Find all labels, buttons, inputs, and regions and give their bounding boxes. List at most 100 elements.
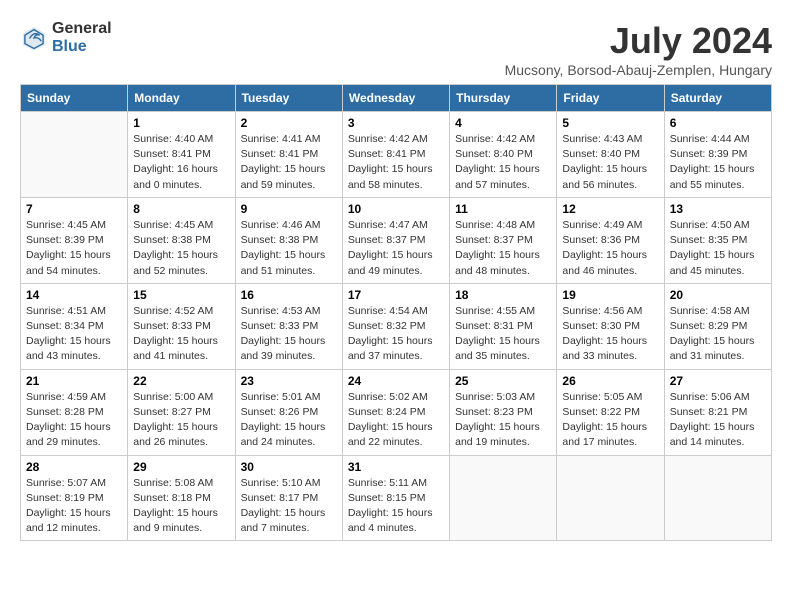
calendar-cell: 31 Sunrise: 5:11 AM Sunset: 8:15 PM Dayli… — [342, 455, 449, 541]
day-number: 6 — [670, 116, 766, 130]
day-info: Sunrise: 4:49 AM Sunset: 8:36 PM Dayligh… — [562, 218, 658, 279]
day-info: Sunrise: 5:05 AM Sunset: 8:22 PM Dayligh… — [562, 390, 658, 451]
day-info: Sunrise: 5:01 AM Sunset: 8:26 PM Dayligh… — [241, 390, 337, 451]
calendar-cell: 16Sunrise: 4:53 AM Sunset: 8:33 PM Dayli… — [235, 283, 342, 369]
day-info: Sunrise: 4:45 AM Sunset: 8:39 PM Dayligh… — [26, 218, 122, 279]
day-number: 2 — [241, 116, 337, 130]
day-info: Sunrise: 4:46 AM Sunset: 8:38 PM Dayligh… — [241, 218, 337, 279]
day-number: 31 — [348, 460, 444, 474]
day-number: 23 — [241, 374, 337, 388]
day-of-week-header: Thursday — [450, 85, 557, 112]
calendar-cell: 7 Sunrise: 4:45 AM Sunset: 8:39 PM Daylig… — [21, 197, 128, 283]
calendar-cell: 28 Sunrise: 5:07 AM Sunset: 8:19 PM Dayli… — [21, 455, 128, 541]
day-info: Sunrise: 5:07 AM Sunset: 8:19 PM Dayligh… — [26, 476, 122, 537]
day-number: 29 — [133, 460, 229, 474]
calendar-cell: 1 Sunrise: 4:40 AM Sunset: 8:41 PM Daylig… — [128, 112, 235, 198]
day-info: Sunrise: 4:43 AM Sunset: 8:40 PM Dayligh… — [562, 132, 658, 193]
calendar-cell — [21, 112, 128, 198]
day-number: 28 — [26, 460, 122, 474]
day-info: Sunrise: 4:42 AM Sunset: 8:41 PM Dayligh… — [348, 132, 444, 193]
day-info: Sunrise: 5:00 AM Sunset: 8:27 PM Dayligh… — [133, 390, 229, 451]
day-of-week-header: Saturday — [664, 85, 771, 112]
calendar-cell: 14 Sunrise: 4:51 AM Sunset: 8:34 PM Dayli… — [21, 283, 128, 369]
day-info: Sunrise: 4:58 AM Sunset: 8:29 PM Dayligh… — [670, 304, 766, 365]
calendar-cell: 3 Sunrise: 4:42 AM Sunset: 8:41 PM Daylig… — [342, 112, 449, 198]
calendar-cell — [664, 455, 771, 541]
day-number: 20 — [670, 288, 766, 302]
month-title: July 2024 — [505, 20, 772, 62]
day-info: Sunrise: 4:51 AM Sunset: 8:34 PM Dayligh… — [26, 304, 122, 365]
day-of-week-header: Monday — [128, 85, 235, 112]
day-number: 13 — [670, 202, 766, 216]
day-info: Sunrise: 4:48 AM Sunset: 8:37 PM Dayligh… — [455, 218, 551, 279]
day-info: Sunrise: 4:52 AM Sunset: 8:33 PM Dayligh… — [133, 304, 229, 365]
day-number: 21 — [26, 374, 122, 388]
day-number: 4 — [455, 116, 551, 130]
calendar-cell: 11 Sunrise: 4:48 AM Sunset: 8:37 PM Dayli… — [450, 197, 557, 283]
day-info: Sunrise: 5:02 AM Sunset: 8:24 PM Dayligh… — [348, 390, 444, 451]
day-info: Sunrise: 4:54 AM Sunset: 8:32 PM Dayligh… — [348, 304, 444, 365]
logo: General Blue — [20, 20, 112, 55]
calendar-week-row: 28 Sunrise: 5:07 AM Sunset: 8:19 PM Dayli… — [21, 455, 772, 541]
calendar-cell: 24Sunrise: 5:02 AM Sunset: 8:24 PM Dayli… — [342, 369, 449, 455]
day-of-week-header: Sunday — [21, 85, 128, 112]
day-info: Sunrise: 5:08 AM Sunset: 8:18 PM Dayligh… — [133, 476, 229, 537]
day-info: Sunrise: 4:45 AM Sunset: 8:38 PM Dayligh… — [133, 218, 229, 279]
day-info: Sunrise: 4:53 AM Sunset: 8:33 PM Dayligh… — [241, 304, 337, 365]
calendar-cell — [450, 455, 557, 541]
calendar-cell: 20 Sunrise: 4:58 AM Sunset: 8:29 PM Dayli… — [664, 283, 771, 369]
day-info: Sunrise: 5:03 AM Sunset: 8:23 PM Dayligh… — [455, 390, 551, 451]
day-number: 25 — [455, 374, 551, 388]
calendar-header-row: SundayMondayTuesdayWednesdayThursdayFrid… — [21, 85, 772, 112]
calendar-cell: 21Sunrise: 4:59 AM Sunset: 8:28 PM Dayli… — [21, 369, 128, 455]
day-number: 9 — [241, 202, 337, 216]
day-number: 12 — [562, 202, 658, 216]
day-info: Sunrise: 5:11 AM Sunset: 8:15 PM Dayligh… — [348, 476, 444, 537]
day-info: Sunrise: 4:42 AM Sunset: 8:40 PM Dayligh… — [455, 132, 551, 193]
day-info: Sunrise: 4:44 AM Sunset: 8:39 PM Dayligh… — [670, 132, 766, 193]
day-number: 10 — [348, 202, 444, 216]
day-number: 11 — [455, 202, 551, 216]
calendar-cell — [557, 455, 664, 541]
day-number: 30 — [241, 460, 337, 474]
calendar-cell: 6 Sunrise: 4:44 AM Sunset: 8:39 PM Daylig… — [664, 112, 771, 198]
day-of-week-header: Friday — [557, 85, 664, 112]
day-number: 17 — [348, 288, 444, 302]
day-info: Sunrise: 4:41 AM Sunset: 8:41 PM Dayligh… — [241, 132, 337, 193]
calendar-cell: 18Sunrise: 4:55 AM Sunset: 8:31 PM Dayli… — [450, 283, 557, 369]
day-number: 1 — [133, 116, 229, 130]
calendar-cell: 8 Sunrise: 4:45 AM Sunset: 8:38 PM Daylig… — [128, 197, 235, 283]
day-info: Sunrise: 4:50 AM Sunset: 8:35 PM Dayligh… — [670, 218, 766, 279]
calendar-cell: 27Sunrise: 5:06 AM Sunset: 8:21 PM Dayli… — [664, 369, 771, 455]
calendar-cell: 26Sunrise: 5:05 AM Sunset: 8:22 PM Dayli… — [557, 369, 664, 455]
day-number: 3 — [348, 116, 444, 130]
calendar-week-row: 7 Sunrise: 4:45 AM Sunset: 8:39 PM Daylig… — [21, 197, 772, 283]
calendar-week-row: 1 Sunrise: 4:40 AM Sunset: 8:41 PM Daylig… — [21, 112, 772, 198]
calendar-week-row: 21Sunrise: 4:59 AM Sunset: 8:28 PM Dayli… — [21, 369, 772, 455]
calendar-cell: 5 Sunrise: 4:43 AM Sunset: 8:40 PM Daylig… — [557, 112, 664, 198]
day-number: 15 — [133, 288, 229, 302]
calendar-cell: 17 Sunrise: 4:54 AM Sunset: 8:32 PM Dayli… — [342, 283, 449, 369]
calendar-body: 1 Sunrise: 4:40 AM Sunset: 8:41 PM Daylig… — [21, 112, 772, 541]
day-number: 7 — [26, 202, 122, 216]
calendar-cell: 25 Sunrise: 5:03 AM Sunset: 8:23 PM Dayli… — [450, 369, 557, 455]
day-number: 19 — [562, 288, 658, 302]
calendar-cell: 22 Sunrise: 5:00 AM Sunset: 8:27 PM Dayli… — [128, 369, 235, 455]
day-of-week-header: Tuesday — [235, 85, 342, 112]
day-of-week-header: Wednesday — [342, 85, 449, 112]
day-info: Sunrise: 4:56 AM Sunset: 8:30 PM Dayligh… — [562, 304, 658, 365]
calendar-cell: 4 Sunrise: 4:42 AM Sunset: 8:40 PM Daylig… — [450, 112, 557, 198]
day-info: Sunrise: 5:06 AM Sunset: 8:21 PM Dayligh… — [670, 390, 766, 451]
calendar-cell: 13 Sunrise: 4:50 AM Sunset: 8:35 PM Dayli… — [664, 197, 771, 283]
day-number: 22 — [133, 374, 229, 388]
day-number: 8 — [133, 202, 229, 216]
logo-blue: Blue — [52, 38, 87, 55]
day-number: 14 — [26, 288, 122, 302]
logo-icon — [20, 24, 48, 52]
calendar-cell: 9 Sunrise: 4:46 AM Sunset: 8:38 PM Daylig… — [235, 197, 342, 283]
day-info: Sunrise: 5:10 AM Sunset: 8:17 PM Dayligh… — [241, 476, 337, 537]
day-info: Sunrise: 4:40 AM Sunset: 8:41 PM Dayligh… — [133, 132, 229, 193]
day-info: Sunrise: 4:47 AM Sunset: 8:37 PM Dayligh… — [348, 218, 444, 279]
day-number: 5 — [562, 116, 658, 130]
calendar-week-row: 14 Sunrise: 4:51 AM Sunset: 8:34 PM Dayli… — [21, 283, 772, 369]
